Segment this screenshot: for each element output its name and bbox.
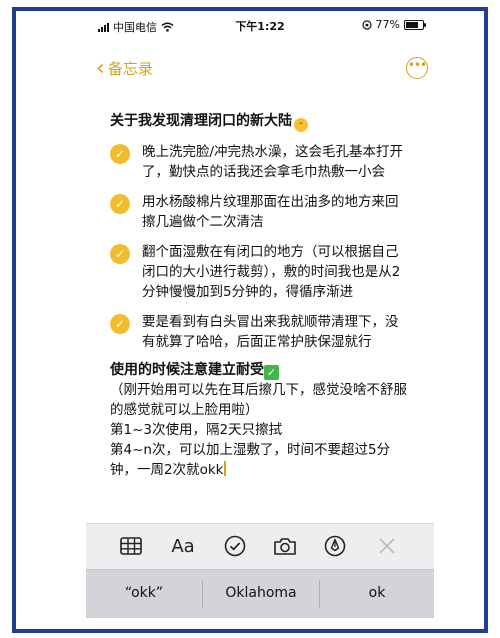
back-button[interactable]: ‹ 备忘录 [96, 55, 153, 81]
note-subtitle-text: 使用的时候注意建立耐受 [110, 362, 264, 378]
phone-screen: 中国电信 下午1:22 77% ‹ 备忘录 ••• 关于我发现清理闭口的新大陆 … [86, 11, 434, 629]
note-title-text: 关于我发现清理闭口的新大陆 [110, 113, 292, 129]
battery-percent: 77% [375, 18, 400, 31]
battery-icon [404, 19, 426, 30]
checklist-item-text: 要是看到有白头冒出来我就顺带清理下，没有就算了哈哈，后面正常护肤保湿就行 [142, 314, 399, 350]
checklist-button[interactable] [220, 532, 250, 560]
note-paragraph-text: 第4~n次，可以加上湿敷了，时间不要超过5分钟，一周2次就okk [110, 442, 391, 478]
status-right: 77% [361, 18, 426, 31]
nav-bar: ‹ 备忘录 ••• [86, 55, 434, 83]
table-button[interactable] [116, 532, 146, 560]
check-circle-icon[interactable]: ✓ [110, 244, 130, 264]
suggestion-item[interactable]: “okk” [86, 570, 202, 618]
note-paragraph: （刚开始用可以先在耳后擦几下，感觉没啥不舒服的感觉就可以上脸用啦） [110, 382, 407, 418]
camera-icon [274, 538, 296, 555]
markup-pen-icon [324, 535, 346, 557]
close-icon [379, 538, 395, 554]
checklist-item: ✓ 用水杨酸棉片纹理那面在出油多的地方来回擦几遍做个二次清洁 [110, 192, 410, 232]
camera-button[interactable] [270, 532, 300, 560]
checklist-icon [224, 535, 246, 557]
check-circle-icon[interactable]: ✓ [110, 194, 130, 214]
checklist-item-text: 用水杨酸棉片纹理那面在出油多的地方来回擦几遍做个二次清洁 [142, 194, 399, 230]
checklist-item-text: 晚上洗完脸/冲完热水澡，这会毛孔基本打开了，勤快点的话我还会拿毛巾热敷一小会 [142, 144, 404, 180]
note-title: 关于我发现清理闭口的新大陆 ᵕ [110, 111, 410, 132]
format-button[interactable]: Aa [168, 532, 198, 560]
image-frame: 中国电信 下午1:22 77% ‹ 备忘录 ••• 关于我发现清理闭口的新大陆 … [12, 7, 488, 633]
note-paragraph-last: 第4~n次，可以加上湿敷了，时间不要超过5分钟，一周2次就okk [110, 440, 410, 480]
note-body[interactable]: 关于我发现清理闭口的新大陆 ᵕ ✓ 晚上洗完脸/冲完热水澡，这会毛孔基本打开了，勤… [110, 111, 410, 480]
check-circle-icon[interactable]: ✓ [110, 144, 130, 164]
checklist-item: ✓ 要是看到有白头冒出来我就顺带清理下，没有就算了哈哈，后面正常护肤保湿就行 [110, 312, 410, 352]
green-check-icon: ✓ [264, 365, 279, 380]
keyboard-suggestion-bar: “okk” Oklahoma ok [86, 569, 434, 618]
suggestion-item[interactable]: Oklahoma [203, 570, 319, 618]
back-label: 备忘录 [107, 60, 153, 78]
check-circle-icon[interactable]: ✓ [110, 314, 130, 334]
checklist-item: ✓ 晚上洗完脸/冲完热水澡，这会毛孔基本打开了，勤快点的话我还会拿毛巾热敷一小会 [110, 142, 410, 182]
status-bar: 中国电信 下午1:22 77% [86, 11, 434, 39]
checklist-item-text: 翻个面湿敷在有闭口的地方（可以根据自己闭口的大小进行裁剪），敷的时间我也是从2分… [142, 244, 401, 300]
text-cursor [224, 461, 226, 476]
keyboard-toolbar: Aa [86, 523, 434, 570]
table-icon [120, 537, 142, 555]
close-toolbar-button[interactable] [372, 532, 402, 560]
markup-button[interactable] [320, 532, 350, 560]
chevron-left-icon: ‹ [96, 55, 105, 81]
note-paragraph: 第1~3次使用，隔2天只擦拭 [110, 422, 283, 438]
orientation-lock-icon [361, 19, 372, 30]
ellipsis-icon: ••• [407, 58, 427, 72]
more-button[interactable]: ••• [406, 57, 428, 79]
format-label: Aa [171, 535, 195, 557]
suggestion-item[interactable]: ok [320, 570, 434, 618]
grinning-face-icon: ᵕ [294, 118, 308, 132]
checklist-item: ✓ 翻个面湿敷在有闭口的地方（可以根据自己闭口的大小进行裁剪），敷的时间我也是从… [110, 242, 410, 302]
note-subtitle: 使用的时候注意建立耐受 ✓ [110, 360, 410, 380]
